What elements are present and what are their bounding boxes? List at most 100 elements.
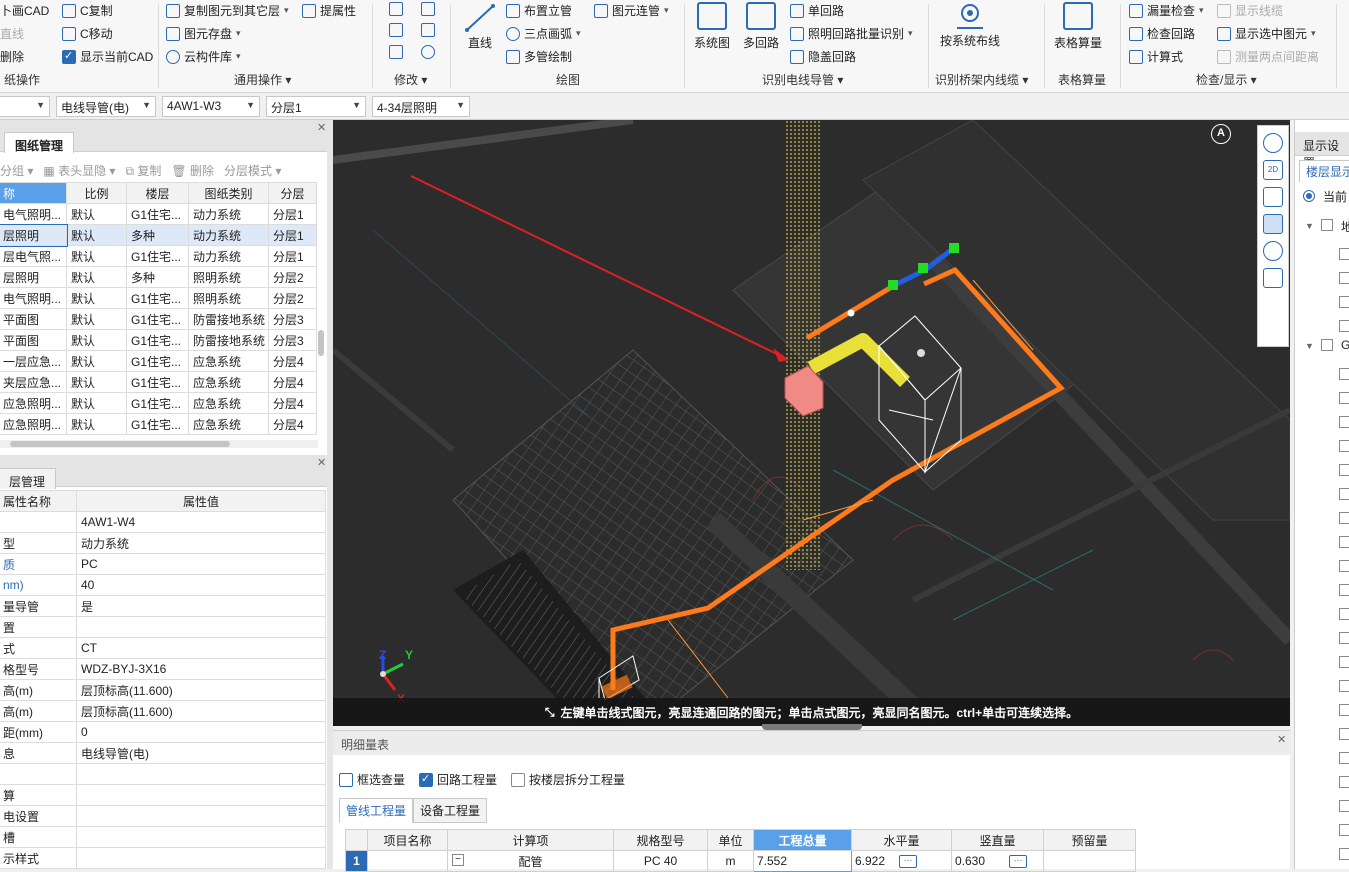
table-row[interactable]: 一层应急... 默认 G1住宅... 应急系统 分层4	[0, 350, 317, 372]
checkbox[interactable]	[1339, 848, 1349, 860]
checkbox[interactable]	[1339, 416, 1349, 428]
header-toggle-button[interactable]: 表头显隐 ▾	[58, 164, 115, 178]
show-cad-toggle[interactable]: 显示当前CAD	[62, 48, 153, 65]
riser-column[interactable]	[785, 120, 821, 570]
property-value[interactable]	[76, 847, 326, 869]
checkbox[interactable]	[1339, 488, 1349, 500]
property-value[interactable]	[76, 763, 326, 785]
property-row[interactable]: 算	[0, 784, 326, 806]
dropdown-drawing[interactable]: ▼	[0, 96, 50, 117]
property-row[interactable]: nm) 40	[0, 574, 326, 596]
checkbox[interactable]	[1339, 464, 1349, 476]
collapse-icon[interactable]: −	[452, 854, 464, 866]
property-row[interactable]: 式 CT	[0, 637, 326, 659]
view-settings-icon[interactable]	[1263, 268, 1283, 288]
checkbox[interactable]	[1339, 704, 1349, 716]
orbit-icon[interactable]	[1263, 133, 1283, 153]
dropdown-layer[interactable]: 分层1 ▼	[266, 96, 366, 117]
table-row[interactable]: 电气照明... 默认 G1住宅... 动力系统 分层1	[0, 203, 317, 225]
property-row[interactable]: 置	[0, 616, 326, 638]
property-value[interactable]: 层顶标高(11.600)	[76, 700, 326, 722]
checkbox[interactable]	[1339, 560, 1349, 572]
property-value[interactable]: 0	[76, 721, 326, 743]
show-wires-button[interactable]: 显示线缆	[1217, 2, 1283, 19]
checkbox[interactable]	[1339, 440, 1349, 452]
3d-viewport[interactable]: A Z Y X	[333, 120, 1290, 726]
close-icon[interactable]: ✕	[317, 121, 326, 134]
copy-drawing-button[interactable]: 复制	[137, 164, 161, 178]
tab-drawing-mgmt[interactable]: 图纸管理	[4, 132, 75, 153]
delete-drawing-button[interactable]: 删除	[190, 164, 214, 178]
delete-button[interactable]: 删除	[0, 48, 24, 65]
copy-to-floor-button[interactable]: 复制图元到其它层	[166, 2, 289, 19]
property-value[interactable]: WDZ-BYJ-3X16	[76, 658, 326, 680]
rotate-view-icon[interactable]	[1263, 241, 1283, 261]
elem-connect-button[interactable]: 图元连管	[594, 2, 669, 19]
rotate-tool[interactable]	[421, 45, 435, 59]
checkbox[interactable]	[1339, 632, 1349, 644]
system-diagram-button[interactable]: 系统图	[694, 2, 730, 51]
checkbox[interactable]	[1339, 800, 1349, 812]
move-button[interactable]: C移动	[62, 25, 113, 42]
show-selected-button[interactable]: 显示选中图元	[1217, 25, 1316, 42]
multi-pipe-button[interactable]: 多管绘制	[506, 48, 572, 65]
close-icon[interactable]: ✕	[1277, 733, 1286, 746]
move-tool[interactable]	[389, 23, 403, 37]
property-value[interactable]	[76, 616, 326, 638]
view-cube-solid-icon[interactable]	[1263, 214, 1283, 234]
checkbox[interactable]	[1339, 584, 1349, 596]
property-row[interactable]: 高(m) 层顶标高(11.600)	[0, 679, 326, 701]
property-value[interactable]	[76, 826, 326, 848]
property-value[interactable]	[76, 784, 326, 806]
tab-device-qty[interactable]: 设备工程量	[413, 798, 488, 823]
formula-button[interactable]: 计算式	[1129, 48, 1183, 65]
property-row[interactable]: 型动力系统	[0, 532, 326, 554]
lighting-batch-button[interactable]: 照明回路批量识别	[790, 25, 913, 42]
grip-point[interactable]	[949, 243, 959, 253]
mirror-tool[interactable]	[421, 23, 435, 37]
single-loop-button[interactable]: 单回路	[790, 2, 844, 19]
copy-button[interactable]: C复制	[62, 2, 113, 19]
line-button-dim[interactable]: 直线	[0, 25, 24, 42]
table-row[interactable]: 平面图 默认 G1住宅... 防雷接地系统 分层3	[0, 308, 317, 330]
table-row[interactable]: 夹层应急... 默认 G1住宅... 应急系统 分层4	[0, 371, 317, 393]
close-icon[interactable]: ✕	[317, 456, 326, 469]
checkbox[interactable]	[1339, 320, 1349, 332]
column-header-scale[interactable]: 比例	[66, 182, 127, 204]
cad-draw-button[interactable]: 卜画CAD	[0, 2, 49, 19]
more-icon[interactable]: ···	[1009, 855, 1028, 869]
vertical-scrollbar[interactable]	[318, 330, 324, 356]
checkbox[interactable]	[1339, 272, 1349, 284]
column-header-name[interactable]: 称	[0, 182, 67, 204]
save-elem-button[interactable]: 图元存盘	[166, 25, 241, 42]
property-row[interactable]: 格型号 WDZ-BYJ-3X16	[0, 658, 326, 680]
property-value[interactable]: 是	[76, 595, 326, 617]
expand-icon[interactable]: ▼	[1305, 221, 1314, 231]
expand-icon[interactable]: ▼	[1305, 341, 1314, 351]
property-row[interactable]: 槽	[0, 826, 326, 848]
measure-button[interactable]: 测量两点间距离	[1217, 48, 1319, 65]
table-row[interactable]: 应急照明... 默认 G1住宅... 应急系统 分层4	[0, 413, 317, 435]
tab-layer-mgmt[interactable]: 层管理	[0, 468, 57, 489]
group-button[interactable]: 分组 ▾	[0, 164, 33, 178]
by-system-button[interactable]: 按系统布线	[940, 2, 1000, 49]
property-value[interactable]: 层顶标高(11.600)	[76, 679, 326, 701]
property-row[interactable]: 电设置	[0, 805, 326, 827]
more-icon[interactable]: ···	[899, 855, 918, 869]
checkbox[interactable]	[1339, 824, 1349, 836]
extract-attr-button[interactable]: 提属性	[302, 2, 356, 19]
grip-point[interactable]	[888, 280, 898, 290]
property-row[interactable]: 质 PC	[0, 553, 326, 575]
property-row[interactable]: 4AW1-W4	[0, 511, 326, 533]
property-value[interactable]: 4AW1-W4	[76, 511, 326, 533]
checkbox[interactable]	[1339, 752, 1349, 764]
grip-point[interactable]	[918, 263, 928, 273]
table-row[interactable]: 层照明 默认 多种 动力系统 分层1	[0, 223, 317, 247]
table-row[interactable]: 平面图 默认 G1住宅... 防雷接地系统 分层3	[0, 329, 317, 351]
check-loop-button[interactable]: 检查回路	[1129, 25, 1195, 42]
multi-loop-button[interactable]: 多回路	[743, 2, 779, 51]
property-value[interactable]: CT	[76, 637, 326, 659]
tab-pipe-qty[interactable]: 管线工程量	[339, 798, 414, 823]
table-row[interactable]: 1 − 配管 PC 40 m 7.552 6.922 ··· 0.630 ···	[345, 850, 1279, 872]
property-value[interactable]: 动力系统	[76, 532, 326, 554]
